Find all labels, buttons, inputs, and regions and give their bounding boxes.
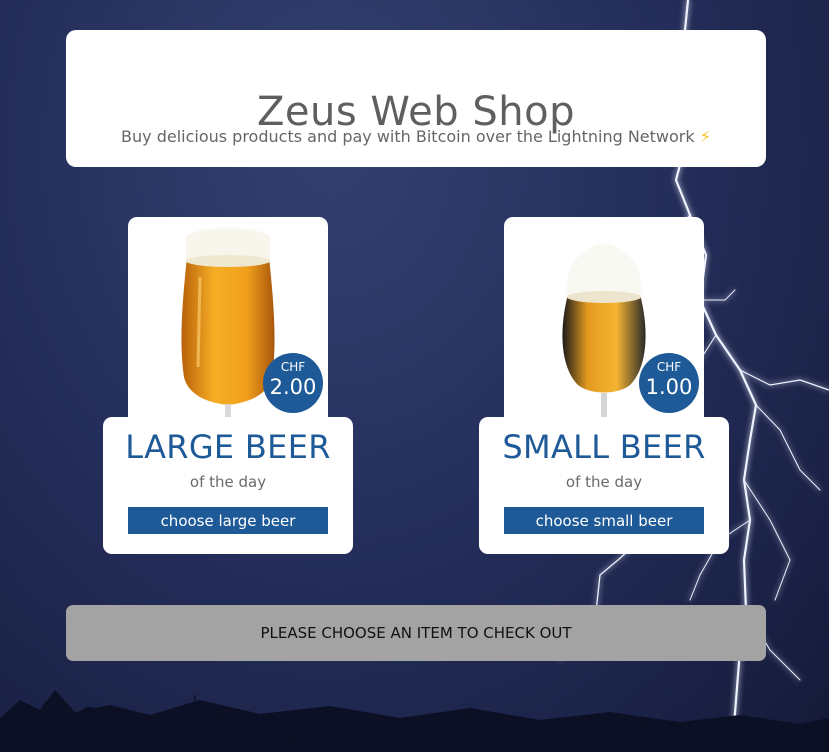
product-name: LARGE BEER [125,428,331,466]
small-beer-info: SMALL BEER of the day choose small beer [479,417,729,554]
product-name: SMALL BEER [502,428,706,466]
price-currency: CHF [656,360,682,374]
shop-header-card: Zeus Web Shop Buy delicious products and… [66,30,766,167]
shop-subtitle: Buy delicious products and pay with Bitc… [66,127,766,146]
choose-large-beer-button[interactable]: choose large beer [128,507,328,534]
large-beer-image: CHF 2.00 [128,217,328,427]
large-beer-price-badge: CHF 2.00 [263,353,323,413]
product-subtitle: of the day [189,473,267,491]
lightning-bolt-icon: ⚡ [699,127,711,146]
choose-small-beer-button[interactable]: choose small beer [504,507,704,534]
product-subtitle: of the day [565,473,643,491]
price-currency: CHF [280,360,306,374]
price-value: 1.00 [645,375,693,399]
small-beer-image: CHF 1.00 [504,217,704,427]
large-beer-info: LARGE BEER of the day choose large beer [103,417,353,554]
shop-subtitle-text: Buy delicious products and pay with Bitc… [121,127,695,146]
checkout-button[interactable]: PLEASE CHOOSE AN ITEM TO CHECK OUT [66,605,766,661]
price-value: 2.00 [269,375,317,399]
small-beer-price-badge: CHF 1.00 [639,353,699,413]
